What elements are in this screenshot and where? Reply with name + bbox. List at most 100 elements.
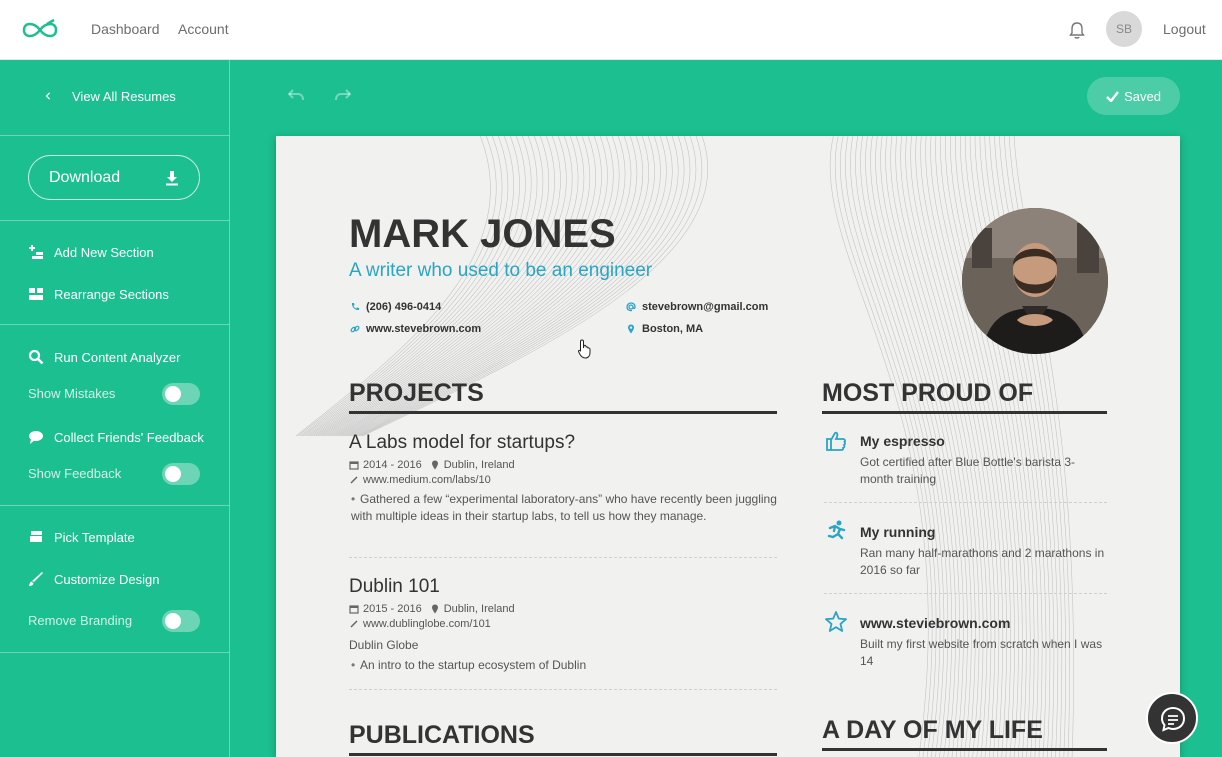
map-pin-icon: [431, 604, 438, 614]
brush-icon: [29, 572, 43, 586]
portrait-image: [962, 208, 1108, 354]
project-title[interactable]: A Labs model for startups?: [349, 432, 575, 454]
toggle-knob: [165, 386, 181, 402]
show-feedback-row: Show Feedback: [28, 463, 200, 485]
most-proud-heading[interactable]: MOST PROUD OF: [822, 379, 1033, 408]
proud-item-title[interactable]: My running: [860, 524, 935, 540]
divider: [0, 220, 229, 221]
profile-photo[interactable]: [962, 208, 1108, 354]
project-bullet[interactable]: • An intro to the startup ecosystem of Du…: [351, 657, 781, 674]
remove-branding-toggle[interactable]: [162, 610, 200, 632]
logo-icon[interactable]: [20, 18, 60, 42]
proud-item-desc[interactable]: Built my first website from scratch when…: [860, 636, 1105, 670]
run-analyzer-label: Run Content Analyzer: [54, 349, 181, 365]
project-dates: 2014 - 2016: [363, 459, 422, 471]
divider: [0, 505, 229, 506]
map-pin-icon: [431, 460, 438, 470]
view-all-resumes-link[interactable]: View All Resumes: [44, 88, 176, 104]
project-meta: 2015 - 2016 Dublin, Ireland: [349, 603, 515, 615]
chat-icon: [1160, 706, 1186, 732]
project-link-row[interactable]: www.dublinglobe.com/101: [349, 618, 491, 630]
sidebar: View All Resumes Download Add New Sectio…: [0, 60, 230, 757]
nav-account-link[interactable]: Account: [178, 21, 229, 37]
proud-item-desc[interactable]: Ran many half-marathons and 2 marathons …: [860, 545, 1105, 579]
rearrange-icon: [29, 288, 43, 300]
project-link-row[interactable]: www.medium.com/labs/10: [349, 474, 491, 486]
divider: [0, 652, 229, 653]
website-text: www.stevebrown.com: [366, 323, 482, 335]
rearrange-label: Rearrange Sections: [54, 286, 169, 302]
proud-item-title[interactable]: My espresso: [860, 433, 945, 449]
email-contact[interactable]: stevebrown@gmail.com: [626, 301, 768, 313]
show-mistakes-row: Show Mistakes: [28, 383, 200, 405]
view-all-label: View All Resumes: [72, 88, 176, 104]
add-section-icon: [29, 245, 43, 259]
toggle-knob: [165, 466, 181, 482]
divider: [0, 135, 229, 136]
dashed-divider: [824, 502, 1107, 503]
top-navbar: Dashboard Account SB Logout: [0, 0, 1222, 60]
redo-icon[interactable]: [334, 88, 352, 102]
customize-design-button[interactable]: Customize Design: [28, 571, 160, 587]
rearrange-sections-button[interactable]: Rearrange Sections: [28, 286, 169, 302]
project-place: Dublin, Ireland: [443, 459, 515, 471]
section-rule: [822, 748, 1107, 751]
location-contact[interactable]: Boston, MA: [626, 323, 703, 335]
section-rule: [349, 411, 777, 414]
website-contact[interactable]: www.stevebrown.com: [350, 323, 481, 335]
calendar-icon: [349, 461, 359, 470]
show-mistakes-toggle[interactable]: [162, 383, 200, 405]
resume-name[interactable]: MARK JONES: [349, 212, 616, 257]
chat-widget-button[interactable]: [1146, 692, 1198, 744]
day-of-my-life-heading[interactable]: A DAY OF MY LIFE: [822, 716, 1043, 745]
map-pin-icon: [628, 324, 634, 334]
calendar-icon: [349, 605, 359, 614]
show-feedback-toggle[interactable]: [162, 463, 200, 485]
project-link: www.dublinglobe.com/101: [363, 618, 491, 630]
search-icon: [28, 349, 44, 365]
nav-dashboard-link[interactable]: Dashboard: [91, 21, 160, 37]
project-meta: 2014 - 2016 Dublin, Ireland: [349, 459, 515, 471]
saved-button[interactable]: Saved: [1087, 77, 1180, 115]
thumbs-up-icon: [826, 431, 846, 451]
avatar[interactable]: SB: [1106, 11, 1142, 47]
hand-cursor-icon: [578, 339, 591, 359]
projects-heading[interactable]: PROJECTS: [349, 379, 484, 408]
logout-link[interactable]: Logout: [1163, 21, 1206, 37]
project-title[interactable]: Dublin 101: [349, 576, 440, 598]
download-button[interactable]: Download: [28, 155, 200, 200]
publications-heading[interactable]: PUBLICATIONS: [349, 721, 535, 750]
phone-contact[interactable]: (206) 496-0414: [350, 301, 441, 313]
template-icon: [30, 531, 42, 542]
bullet-dot: •: [351, 658, 356, 672]
proud-item-title[interactable]: www.steviebrown.com: [860, 615, 1010, 631]
chat-bubble-icon: [29, 431, 43, 444]
at-icon: [626, 302, 636, 312]
link-icon: [350, 620, 358, 628]
bullet-dot: •: [351, 492, 356, 506]
undo-icon[interactable]: [287, 88, 305, 102]
resume-tagline[interactable]: A writer who used to be an engineer: [349, 260, 652, 282]
pick-template-button[interactable]: Pick Template: [28, 529, 135, 545]
project-bullet[interactable]: • Gathered a few “experimental laboratory…: [351, 491, 781, 525]
proud-item-desc[interactable]: Got certified after Blue Bottle's barist…: [860, 454, 1105, 488]
runner-icon: [827, 520, 846, 540]
section-rule: [349, 753, 777, 756]
star-icon: [825, 611, 847, 632]
email-text: stevebrown@gmail.com: [642, 301, 769, 313]
collect-feedback-button[interactable]: Collect Friends' Feedback: [28, 429, 204, 445]
toggle-knob: [165, 613, 181, 629]
run-content-analyzer-button[interactable]: Run Content Analyzer: [28, 349, 180, 365]
project-org[interactable]: Dublin Globe: [349, 638, 418, 652]
bell-icon[interactable]: [1067, 20, 1087, 40]
remove-branding-row: Remove Branding: [28, 610, 200, 632]
saved-label: Saved: [1124, 88, 1161, 104]
add-new-section-button[interactable]: Add New Section: [28, 244, 154, 260]
remove-branding-label: Remove Branding: [28, 613, 133, 628]
check-icon: [1106, 90, 1120, 102]
add-section-label: Add New Section: [54, 244, 154, 260]
project-link: www.medium.com/labs/10: [363, 474, 491, 486]
link-icon: [350, 325, 360, 333]
divider: [0, 324, 229, 325]
download-label: Download: [49, 169, 121, 186]
